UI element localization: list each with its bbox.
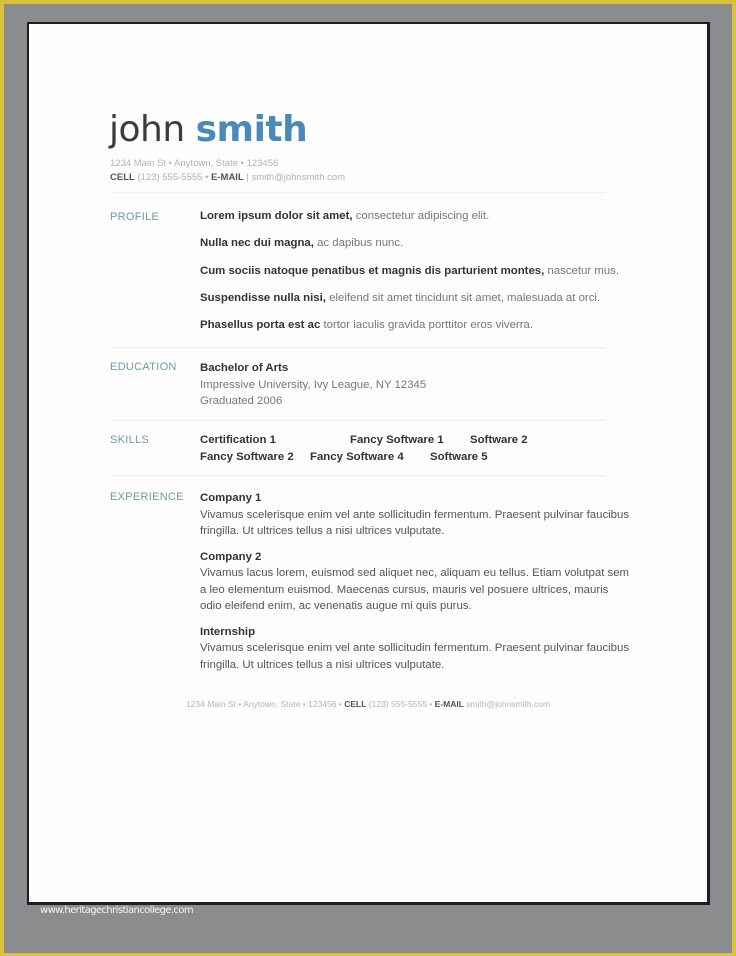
profile-line: Phasellus porta est ac tortor iaculis gr…: [200, 319, 533, 331]
skill-item: Software 5: [430, 451, 488, 463]
graduation-year: Graduated 2006: [200, 395, 283, 407]
cell-label: CELL: [110, 172, 135, 183]
skill-item: Fancy Software 1: [350, 434, 444, 446]
divider: [110, 475, 605, 476]
experience-description: Vivamus lacus lorem, euismod sed aliquet…: [200, 567, 630, 612]
profile-line: Cum sociis natoque penatibus et magnis d…: [200, 265, 620, 277]
skill-item: Fancy Software 4: [310, 451, 404, 463]
address-line: 1234 Main St • Anytown, State • 123456: [110, 158, 279, 169]
experience-description: Vivamus scelerisque enim vel ante sollic…: [200, 642, 630, 671]
profile-line: Suspendisse nulla nisi, eleifend sit ame…: [200, 292, 601, 304]
candidate-name: john smith: [109, 108, 308, 152]
email-value: | smith@johnsmith.com: [246, 172, 346, 183]
skills-row: Certification 1 Fancy Software 1 Softwar…: [200, 432, 640, 449]
last-name: smith: [195, 109, 308, 150]
contact-line: CELL (123) 555-5555 • E-MAIL | smith@joh…: [110, 171, 345, 185]
profile-line: Nulla nec dui magna, ac dapibus nunc.: [200, 237, 404, 249]
section-label-experience: EXPERIENCE: [110, 491, 184, 503]
skill-item: Certification 1: [200, 434, 276, 446]
footer-cell-value: (123) 555-5555 •: [368, 699, 433, 709]
experience-item: Company 2 Vivamus lacus lorem, euismod s…: [200, 549, 640, 615]
separator: •: [205, 172, 209, 183]
resume-page: john smith 1234 Main St • Anytown, State…: [27, 22, 710, 905]
divider: [110, 347, 605, 348]
skills-row: Fancy Software 2 Fancy Software 4 Softwa…: [200, 449, 640, 466]
experience-description: Vivamus scelerisque enim vel ante sollic…: [200, 508, 630, 538]
profile-line: Lorem ipsum dolor sit amet, consectetur …: [200, 210, 490, 222]
footer-cell-label: CELL: [344, 699, 367, 709]
section-label-profile: PROFILE: [110, 211, 160, 223]
skill-item: Fancy Software 2: [200, 451, 294, 463]
experience-title: Company 1: [200, 492, 262, 504]
section-label-skills: SKILLS: [110, 434, 150, 446]
divider: [110, 192, 605, 193]
experience-title: Internship: [200, 625, 256, 638]
footer-email-label: E-MAIL: [434, 699, 464, 709]
footer-email-value: smith@johnsmith.com: [466, 699, 551, 709]
email-label: E-MAIL: [211, 172, 244, 183]
skill-item: Software 2: [470, 434, 528, 446]
contact-info: 1234 Main St • Anytown, State • 123456 C…: [110, 157, 345, 185]
first-name: john: [109, 109, 185, 150]
watermark-text: www.heritagechristiancollege.com: [40, 905, 194, 916]
education-section: Bachelor of Arts Impressive University, …: [200, 360, 640, 410]
school: Impressive University, Ivy League, NY 12…: [200, 378, 427, 391]
cell-value: (123) 555-5555: [137, 172, 203, 183]
degree: Bachelor of Arts: [200, 362, 289, 374]
experience-item: Company 1 Vivamus scelerisque enim vel a…: [200, 490, 640, 540]
page-footer: 1234 Main St • Anytown, State • 123456 •…: [29, 699, 707, 709]
footer-address: 1234 Main St • Anytown, State • 123456 •: [185, 699, 342, 709]
experience-item: Internship Vivamus scelerisque enim vel …: [200, 624, 640, 674]
divider: [110, 420, 605, 421]
section-label-education: EDUCATION: [110, 361, 177, 373]
skills-section: Certification 1 Fancy Software 1 Softwar…: [200, 432, 640, 466]
experience-title: Company 2: [200, 550, 262, 563]
experience-section: Company 1 Vivamus scelerisque enim vel a…: [200, 490, 640, 682]
